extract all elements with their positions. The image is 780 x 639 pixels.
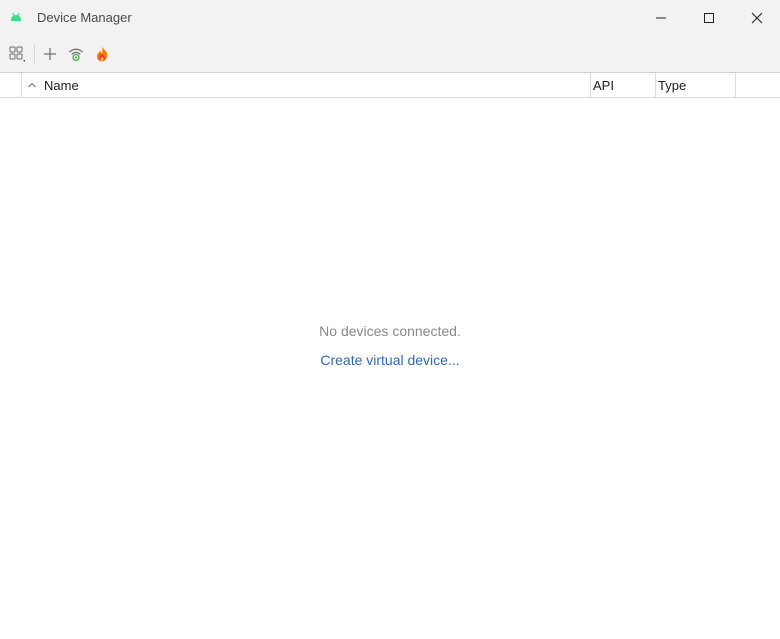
- toolbar: [0, 36, 780, 73]
- grid-options-icon: [9, 46, 25, 62]
- close-icon: [751, 12, 763, 24]
- column-header-name[interactable]: Name: [44, 73, 584, 97]
- add-device-button[interactable]: [39, 43, 61, 65]
- close-button[interactable]: [734, 0, 780, 36]
- minimize-button[interactable]: [638, 0, 684, 36]
- column-divider[interactable]: [735, 73, 736, 97]
- column-divider[interactable]: [590, 73, 591, 97]
- android-icon: [11, 12, 21, 21]
- title-bar: Device Manager: [0, 0, 780, 36]
- column-divider: [21, 73, 22, 97]
- create-virtual-device-link-row: Create virtual device...: [0, 352, 780, 368]
- minimize-icon: [656, 17, 666, 19]
- column-header-type[interactable]: Type: [658, 73, 733, 97]
- maximize-icon: [704, 13, 714, 23]
- add-icon: [44, 48, 56, 60]
- column-header-api[interactable]: API: [593, 73, 653, 97]
- wifi-pair-icon: [69, 48, 83, 62]
- maximize-button[interactable]: [686, 0, 732, 36]
- pair-devices-wifi-button[interactable]: [65, 43, 87, 65]
- empty-state-message: No devices connected.: [319, 323, 461, 339]
- sort-ascending-icon: [28, 82, 36, 88]
- window-title: Device Manager: [37, 10, 132, 25]
- firebase-device-streaming-button[interactable]: [91, 43, 113, 65]
- column-divider[interactable]: [655, 73, 656, 97]
- create-virtual-device-link[interactable]: Create virtual device...: [320, 352, 459, 368]
- grid-options-button[interactable]: [6, 43, 28, 65]
- toolbar-separator: [34, 45, 35, 63]
- firebase-icon: [97, 46, 108, 62]
- device-table-header: Name API Type: [0, 73, 780, 98]
